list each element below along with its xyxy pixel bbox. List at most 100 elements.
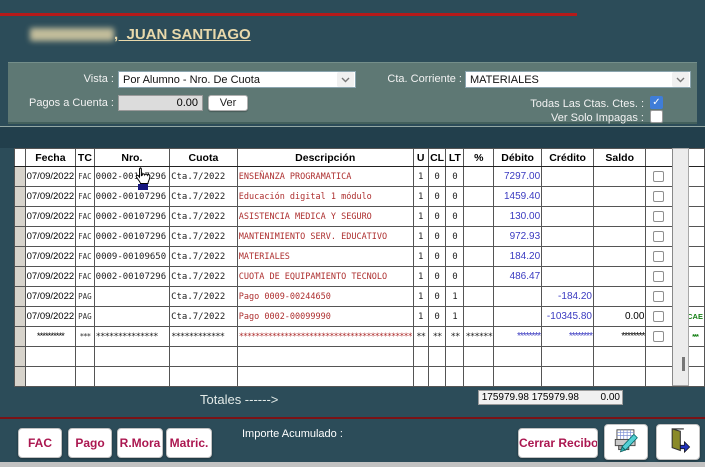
cell-u: 1	[412, 186, 429, 207]
cell-credito	[541, 206, 594, 227]
column-header-u[interactable]: U	[412, 148, 429, 167]
cell-lt: **	[445, 326, 465, 347]
vista-dropdown-value: Por Alumno - Nro. De Cuota	[123, 73, 260, 86]
cell-pct	[463, 266, 494, 287]
cell-cuota: Cta.7/2022	[169, 166, 238, 187]
column-header-pct[interactable]: %	[463, 148, 494, 167]
cell-cuota	[169, 366, 238, 387]
cell-pct	[463, 366, 494, 387]
pagos-a-cuenta-input[interactable]: 0.00	[118, 95, 203, 111]
column-header-tc[interactable]: TC	[75, 148, 95, 167]
grid-header-row: Fecha TC Nro. Cuota Descripción U CL LT% Débito C…	[14, 148, 705, 167]
fac-button[interactable]: FAC	[18, 428, 62, 458]
cell-nro	[93, 346, 171, 367]
cell-lt	[445, 366, 465, 387]
row-checkbox-cell	[645, 206, 673, 227]
cell-credito: -10345.80	[541, 306, 594, 327]
row-selector[interactable]	[14, 266, 26, 287]
cell-desc: Pago 0009-00244650	[236, 286, 414, 307]
row-checkbox[interactable]	[653, 291, 665, 302]
total-debito: 175979.98	[481, 392, 529, 403]
cell-fecha: 07/09/2022	[24, 186, 77, 207]
table-row: 07/09/2022 FAC 0002-00107296 Cta.7/2022 ASIS…	[14, 206, 705, 227]
cell-desc: Educación digital 1 módulo	[236, 186, 414, 207]
cell-lt: 0	[445, 266, 465, 287]
cell-lt: 1	[445, 286, 465, 307]
row-checkbox[interactable]	[653, 211, 665, 222]
row-selector[interactable]	[14, 306, 26, 327]
cell-fecha	[24, 346, 77, 367]
column-header-cl[interactable]: CL	[427, 148, 447, 167]
cell-tc: FAC	[75, 166, 95, 187]
cell-nro: 0002-00107296	[93, 226, 171, 247]
column-header-nro[interactable]: Nro.	[93, 148, 171, 167]
row-checkbox[interactable]	[653, 251, 665, 262]
row-selector[interactable]	[14, 206, 26, 227]
chevron-down-icon	[672, 72, 689, 87]
cell-tc: FAC	[75, 266, 95, 287]
column-header-lt[interactable]: LT	[445, 148, 465, 167]
column-header-blank[interactable]	[645, 148, 673, 167]
cell-debito	[492, 366, 543, 387]
cell-saldo	[592, 186, 647, 207]
totales-label: Totales ------>	[200, 392, 279, 407]
cell-u: 1	[412, 266, 429, 287]
exit-button[interactable]	[656, 424, 700, 460]
cerrar-recibo-button[interactable]: Cerrar Recibo	[518, 428, 598, 458]
print-receipt-button[interactable]	[604, 424, 648, 460]
ver-button[interactable]: Ver	[208, 95, 248, 111]
column-header-blank[interactable]	[14, 148, 26, 167]
cell-fecha: 07/09/2022	[24, 266, 77, 287]
column-header-saldo[interactable]: Saldo	[592, 148, 647, 167]
row-checkbox-cell	[645, 226, 673, 247]
cell-lt: 1	[445, 306, 465, 327]
cell-nro: **************	[93, 326, 171, 347]
column-header-fecha[interactable]: Fecha	[24, 148, 77, 167]
cell-cl	[427, 366, 447, 387]
ver-solo-impagas-checkbox[interactable]	[650, 110, 663, 123]
row-selector[interactable]	[14, 166, 26, 187]
cell-lt: 0	[445, 246, 465, 267]
row-selector[interactable]	[14, 286, 26, 307]
column-header-credito[interactable]: Crédito	[541, 148, 594, 167]
row-checkbox-cell	[645, 286, 673, 307]
cta-corriente-dropdown-value: MATERIALES	[470, 73, 539, 86]
cell-cuota: Cta.7/2022	[169, 266, 238, 287]
row-checkbox[interactable]	[653, 171, 665, 182]
cta-corriente-dropdown[interactable]: MATERIALES	[465, 71, 691, 88]
row-selector[interactable]	[14, 186, 26, 207]
cell-credito	[541, 166, 594, 187]
row-selector[interactable]	[14, 326, 26, 347]
totals-row: Totales ------> 175979.98 175979.98 0.00	[0, 388, 705, 414]
cell-fecha: 07/09/2022	[24, 286, 77, 307]
row-checkbox[interactable]	[653, 191, 665, 202]
vista-dropdown[interactable]: Por Alumno - Nro. De Cuota	[118, 71, 356, 88]
importe-acumulado-label: Importe Acumulado :	[242, 428, 343, 440]
row-checkbox[interactable]	[653, 331, 665, 342]
column-header-desc[interactable]: Descripción	[236, 148, 414, 167]
row-checkbox[interactable]	[653, 231, 665, 242]
table-row: 07/09/2022 FAC 0002-00107296 Cta.7/2022 Educ…	[14, 186, 705, 207]
cell-pct	[463, 306, 494, 327]
column-header-cuota[interactable]: Cuota	[169, 148, 238, 167]
account-statement-window: , JUAN SANTIAGO Vista : Por Alumno - Nro…	[0, 0, 705, 467]
filter-panel: Vista : Por Alumno - Nro. De Cuota Cta. …	[8, 62, 697, 124]
todas-ctas-checkbox[interactable]: ✓	[650, 96, 663, 109]
cell-credito	[541, 186, 594, 207]
grid-scrollbar[interactable]	[672, 148, 689, 386]
cell-saldo	[592, 366, 647, 387]
matric-button[interactable]: Matric.	[166, 428, 212, 458]
cell-tc: PAG	[75, 286, 95, 307]
row-selector[interactable]	[14, 346, 26, 367]
row-selector[interactable]	[14, 226, 26, 247]
cell-nro	[93, 366, 171, 387]
rmora-button[interactable]: R.Mora	[117, 428, 163, 458]
row-selector[interactable]	[14, 366, 26, 387]
column-header-debito[interactable]: Débito	[492, 148, 543, 167]
row-selector[interactable]	[14, 246, 26, 267]
pago-button[interactable]: Pago	[68, 428, 112, 458]
row-checkbox[interactable]	[653, 311, 665, 322]
grid-scrollbar-thumb[interactable]	[682, 357, 685, 371]
row-checkbox[interactable]	[653, 271, 665, 282]
window-bottom-edge	[0, 462, 705, 467]
